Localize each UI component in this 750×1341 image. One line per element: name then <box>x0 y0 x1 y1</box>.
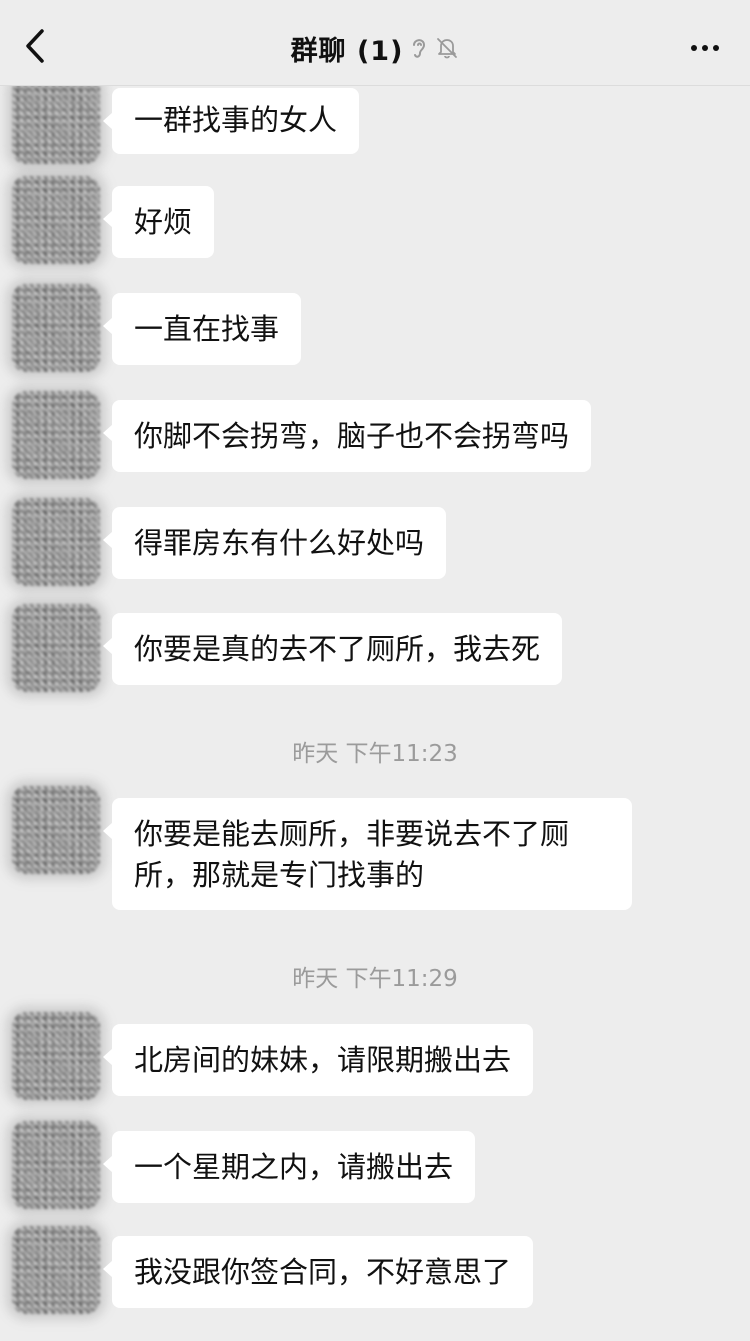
message-text: 一个星期之内，请搬出去 <box>134 1150 454 1184</box>
message-text: 我没跟你签合同，不好意思了 <box>134 1255 512 1289</box>
message-text: 北房间的妹妹，请限期搬出去 <box>134 1043 512 1077</box>
timestamp: 昨天 下午11:23 <box>292 741 458 767</box>
message-text: 一群找事的女人 <box>134 103 338 137</box>
avatar[interactable] <box>12 1012 100 1100</box>
message-bubble[interactable]: 一直在找事 <box>102 293 302 365</box>
message-bubble[interactable]: 你脚不会拐弯，脑子也不会拐弯吗 <box>102 400 592 472</box>
chat-header: 群聊 (1) <box>0 0 750 86</box>
message-bubble[interactable]: 北房间的妹妹，请限期搬出去 <box>102 1024 534 1096</box>
message-text: 好烦 <box>134 205 193 239</box>
chat-title: 群聊 (1) <box>290 35 404 67</box>
message-bubble[interactable]: 得罪房东有什么好处吗 <box>102 507 447 579</box>
avatar[interactable] <box>12 1121 100 1209</box>
message-bubble[interactable]: 一群找事的女人 <box>102 88 360 154</box>
message-text: 一直在找事 <box>134 312 280 346</box>
ear-icon <box>410 36 428 60</box>
title-area: 群聊 (1) <box>0 28 750 68</box>
chat-area[interactable]: 一群找事的女人 好烦 一直在找事 你脚不会拐弯，脑子也不会拐弯吗 得罪房东有什么… <box>0 86 750 1341</box>
avatar[interactable] <box>12 786 100 874</box>
more-dots-icon <box>691 45 697 51</box>
message-bubble[interactable]: 你要是能去厕所，非要说去不了厕所，那就是专门找事的 <box>103 798 632 910</box>
message-text: 你脚不会拐弯，脑子也不会拐弯吗 <box>134 419 570 453</box>
avatar[interactable] <box>12 1226 100 1314</box>
avatar[interactable] <box>12 284 100 372</box>
message-text: 得罪房东有什么好处吗 <box>134 526 425 560</box>
avatar[interactable] <box>12 498 100 586</box>
message-bubble[interactable]: 我没跟你签合同，不好意思了 <box>102 1236 534 1308</box>
message-bubble[interactable]: 你要是真的去不了厕所，我去死 <box>102 613 563 685</box>
message-bubble[interactable]: 一个星期之内，请搬出去 <box>102 1131 476 1203</box>
avatar[interactable] <box>12 391 100 479</box>
timestamp: 昨天 下午11:29 <box>292 966 458 992</box>
more-options-button[interactable] <box>680 28 730 68</box>
avatar[interactable] <box>12 86 100 164</box>
bell-muted-icon <box>435 36 459 60</box>
message-text: 你要是能去厕所，非要说去不了厕所，那就是专门找事的 <box>134 817 570 892</box>
message-bubble[interactable]: 好烦 <box>102 186 215 258</box>
avatar[interactable] <box>12 604 100 692</box>
message-text: 你要是真的去不了厕所，我去死 <box>134 632 541 666</box>
avatar[interactable] <box>12 176 100 264</box>
